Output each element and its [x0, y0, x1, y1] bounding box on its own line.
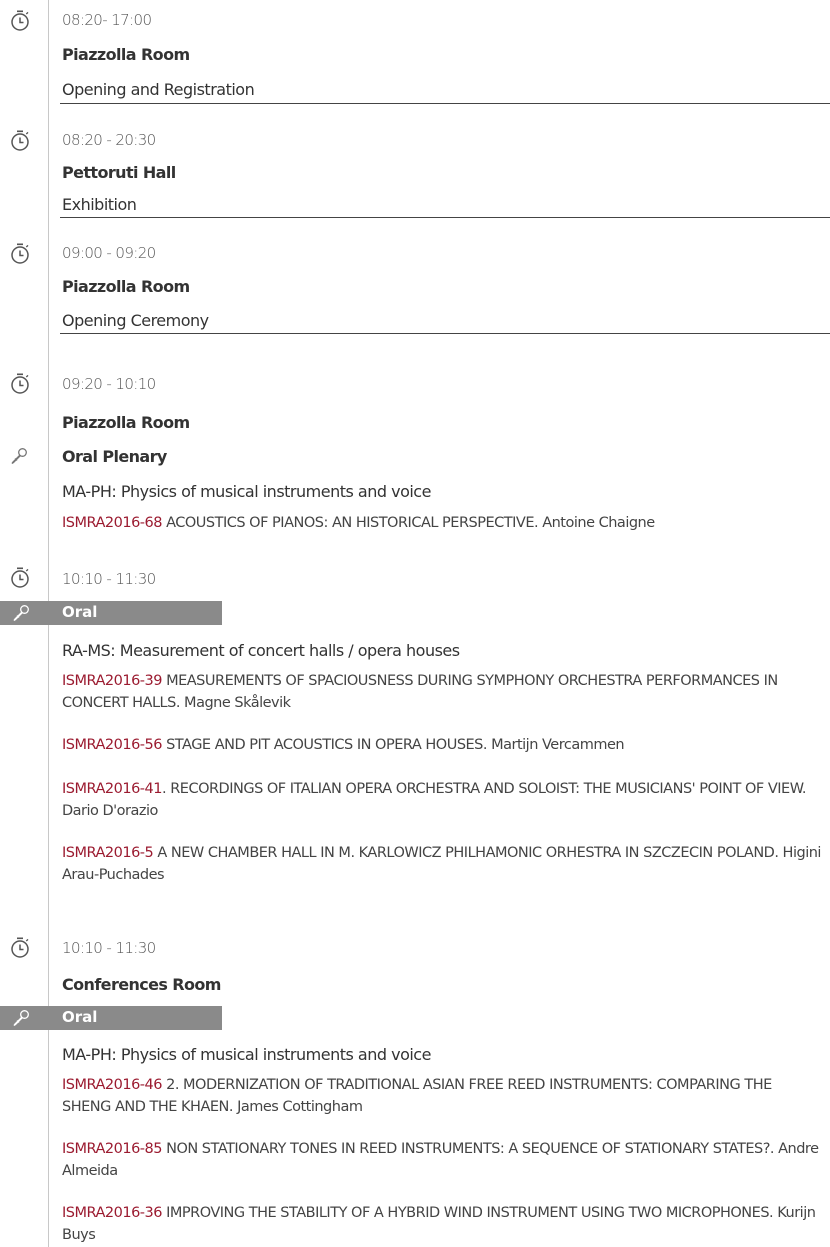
divider	[60, 217, 830, 218]
session-room: Pettoruti Hall	[62, 163, 176, 182]
presentation-item: ISMRA2016-5 A NEW CHAMBER HALL IN M. KAR…	[62, 845, 821, 883]
stopwatch-icon	[10, 10, 30, 32]
session-type: Oral	[62, 603, 98, 621]
session-time: 09:00 - 09:20	[62, 244, 156, 262]
session-room: Piazzolla Room	[62, 277, 190, 296]
session-title: Opening Ceremony	[62, 311, 209, 330]
session-room: Conferences Room	[62, 975, 221, 994]
session-track: MA-PH: Physics of musical instruments an…	[62, 482, 431, 501]
session-time: 10:10 - 11:30	[62, 939, 156, 957]
divider	[60, 333, 830, 334]
microphone-icon	[12, 604, 30, 622]
session-type: Oral Plenary	[62, 447, 167, 466]
session-time: 09:20 - 10:10	[62, 375, 156, 393]
session-type-bar: Oral	[0, 601, 222, 625]
stopwatch-icon	[10, 130, 30, 152]
presentation-item: ISMRA2016-36 IMPROVING THE STABILITY OF …	[62, 1205, 816, 1243]
session-type: Oral	[62, 1008, 98, 1026]
session-time: 08:20- 17:00	[62, 11, 152, 29]
stopwatch-icon	[10, 567, 30, 589]
presentation-item: ISMRA2016-41. RECORDINGS OF ITALIAN OPER…	[62, 781, 807, 819]
presentation-item: ISMRA2016-46 2. MODERNIZATION OF TRADITI…	[62, 1077, 772, 1115]
presentation-item: ISMRA2016-39 MEASUREMENTS OF SPACIOUSNES…	[62, 673, 778, 711]
session-type-bar: Oral	[0, 1006, 222, 1030]
stopwatch-icon	[10, 937, 30, 959]
session-track: RA-MS: Measurement of concert halls / op…	[62, 641, 460, 660]
session-room: Piazzolla Room	[62, 413, 190, 432]
stopwatch-icon	[10, 373, 30, 395]
session-title: Exhibition	[62, 195, 137, 214]
microphone-icon	[10, 447, 28, 465]
session-track: MA-PH: Physics of musical instruments an…	[62, 1045, 431, 1064]
presentation-item: ISMRA2016-68 ACOUSTICS OF PIANOS: AN HIS…	[62, 515, 655, 531]
presentation-item: ISMRA2016-85 NON STATIONARY TONES IN REE…	[62, 1141, 819, 1179]
presentation-item: ISMRA2016-56 STAGE AND PIT ACOUSTICS IN …	[62, 737, 625, 753]
session-time: 10:10 - 11:30	[62, 570, 156, 588]
session-title: Opening and Registration	[62, 80, 255, 99]
divider	[60, 103, 830, 104]
session-time: 08:20 - 20:30	[62, 131, 156, 149]
session-room: Piazzolla Room	[62, 45, 190, 64]
microphone-icon	[12, 1009, 30, 1027]
stopwatch-icon	[10, 243, 30, 265]
